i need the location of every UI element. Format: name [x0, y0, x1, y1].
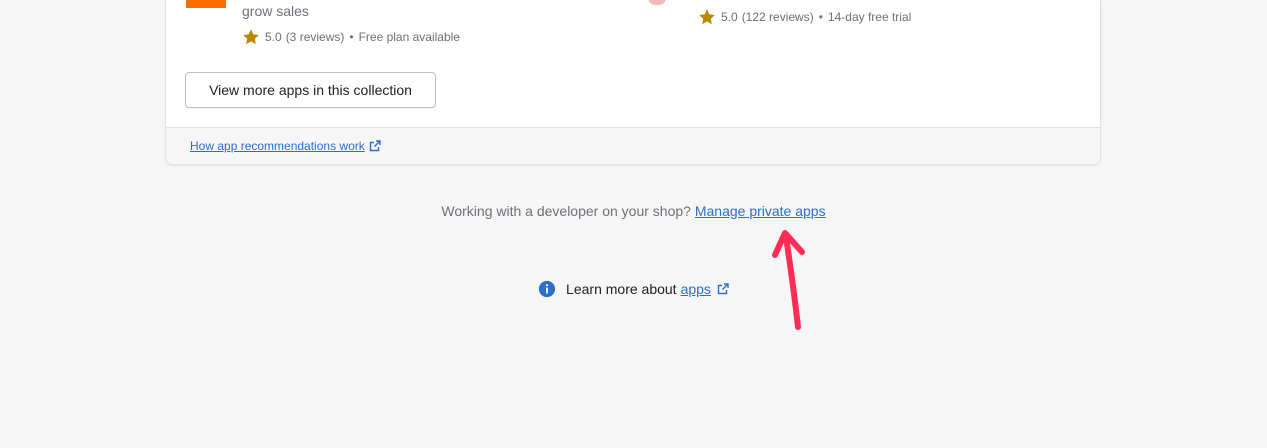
app-collection-card: grow sales 5.0 (3 reviews) • Free plan a… — [165, 0, 1101, 165]
developer-prompt-text: Working with a developer on your shop? — [441, 203, 691, 219]
meta-separator: • — [818, 10, 823, 24]
app-description: grow sales — [242, 3, 309, 19]
app-rating-meta: 5.0 (122 reviews) • 14-day free trial — [698, 8, 911, 26]
external-link-icon — [717, 283, 729, 295]
apps-help-link[interactable]: apps — [681, 281, 711, 297]
how-recommendations-work-link[interactable]: How app recommendations work — [190, 139, 381, 153]
footer-link-label: How app recommendations work — [190, 139, 365, 153]
app-rating-meta: 5.0 (3 reviews) • Free plan available — [242, 28, 460, 46]
external-link-icon — [369, 140, 381, 152]
review-count: (122 reviews) — [741, 10, 814, 24]
developer-prompt: Working with a developer on your shop? M… — [0, 203, 1267, 219]
learn-more-text: Learn more about — [566, 281, 677, 297]
app-logo — [186, 0, 226, 8]
pricing-text: 14-day free trial — [827, 10, 912, 24]
card-footer: How app recommendations work — [166, 127, 1100, 164]
app-logo — [648, 0, 666, 5]
manage-private-apps-link[interactable]: Manage private apps — [695, 203, 826, 219]
view-more-apps-button[interactable]: View more apps in this collection — [185, 72, 436, 108]
star-icon — [243, 29, 259, 45]
rating-value: 5.0 — [265, 30, 282, 44]
info-icon — [538, 280, 556, 298]
rating-value: 5.0 — [721, 10, 738, 24]
learn-more-footer: Learn more about apps — [0, 280, 1267, 298]
review-count: (3 reviews) — [285, 30, 345, 44]
annotation-arrow — [772, 230, 805, 330]
star-icon — [699, 9, 715, 25]
meta-separator: • — [349, 30, 354, 44]
pricing-text: Free plan available — [358, 30, 460, 44]
